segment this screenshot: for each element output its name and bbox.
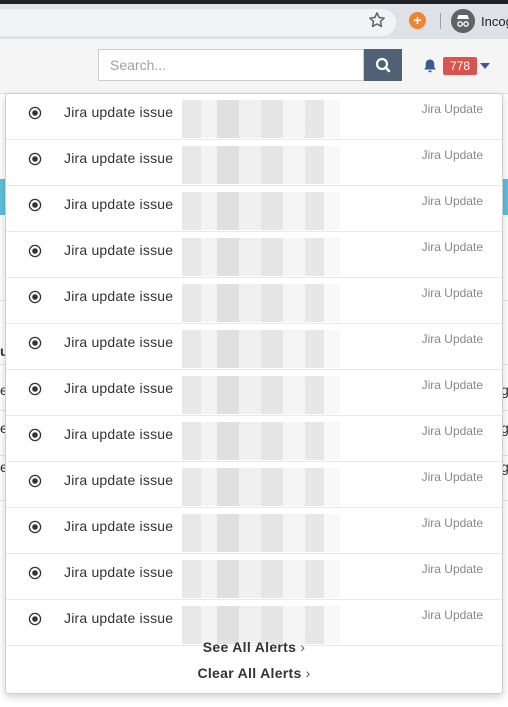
alert-source: Jira Update	[421, 424, 483, 438]
chevron-right-icon: ›	[305, 665, 311, 681]
alert-list-item[interactable]: Jira update issue Jira Update	[6, 140, 502, 186]
browser-toolbar: + Incog	[0, 4, 508, 39]
alert-title: Jira update issue	[64, 472, 174, 488]
alert-title: Jira update issue	[64, 426, 174, 442]
alert-source: Jira Update	[421, 240, 483, 254]
alert-list: Jira update issue Jira Update Jira update …	[6, 94, 502, 646]
search-button[interactable]	[364, 49, 402, 81]
alerts-dropdown: Jira update issue Jira Update Jira update …	[5, 93, 503, 694]
alert-source: Jira Update	[421, 608, 483, 622]
alert-source: Jira Update	[421, 332, 483, 346]
alert-list-item[interactable]: Jira update issue Jira Update	[6, 278, 502, 324]
redacted-issue-id	[182, 330, 340, 368]
alert-source: Jira Update	[421, 516, 483, 530]
notification-count-badge[interactable]: 778	[443, 57, 477, 75]
redacted-issue-id	[182, 422, 340, 460]
redacted-issue-id	[182, 146, 340, 184]
alert-title: Jira update issue	[64, 104, 174, 120]
see-all-alerts-label: See All Alerts	[202, 639, 297, 655]
extension-icon[interactable]: +	[409, 12, 426, 29]
radio-target-icon	[28, 290, 42, 304]
radio-target-icon	[28, 198, 42, 212]
search-input[interactable]	[98, 49, 364, 81]
radio-target-icon	[28, 566, 42, 580]
radio-target-icon	[28, 382, 42, 396]
address-bar[interactable]	[0, 9, 396, 36]
alert-title: Jira update issue	[64, 564, 174, 580]
clear-all-alerts-label: Clear All Alerts	[197, 665, 302, 681]
alert-title: Jira update issue	[64, 242, 174, 258]
profile-label: Incog	[481, 14, 508, 29]
alert-list-item[interactable]: Jira update issue Jira Update	[6, 94, 502, 140]
search-icon	[375, 57, 391, 73]
alert-source: Jira Update	[421, 194, 483, 208]
dropdown-footer: See All Alerts › Clear All Alerts ›	[6, 634, 502, 686]
redacted-issue-id	[182, 238, 340, 276]
alert-source: Jira Update	[421, 102, 483, 116]
redacted-issue-id	[182, 376, 340, 414]
alert-title: Jira update issue	[64, 288, 174, 304]
alert-title: Jira update issue	[64, 518, 174, 534]
radio-target-icon	[28, 612, 42, 626]
alert-source: Jira Update	[421, 286, 483, 300]
radio-target-icon	[28, 106, 42, 120]
alert-list-item[interactable]: Jira update issue Jira Update	[6, 416, 502, 462]
alert-list-item[interactable]: Jira update issue Jira Update	[6, 508, 502, 554]
app-header: 778	[0, 39, 508, 94]
alert-title: Jira update issue	[64, 610, 174, 626]
see-all-alerts-link[interactable]: See All Alerts ›	[6, 634, 502, 660]
alert-source: Jira Update	[421, 148, 483, 162]
alert-title: Jira update issue	[64, 334, 174, 350]
alert-list-item[interactable]: Jira update issue Jira Update	[6, 186, 502, 232]
chevron-right-icon: ›	[300, 639, 306, 655]
star-icon[interactable]	[367, 10, 387, 30]
alert-list-item[interactable]: Jira update issue Jira Update	[6, 324, 502, 370]
radio-target-icon	[28, 428, 42, 442]
alert-list-item[interactable]: Jira update issue Jira Update	[6, 232, 502, 278]
clear-all-alerts-link[interactable]: Clear All Alerts ›	[6, 660, 502, 686]
alert-title: Jira update issue	[64, 196, 174, 212]
alert-title: Jira update issue	[64, 380, 174, 396]
alert-title: Jira update issue	[64, 150, 174, 166]
incognito-icon[interactable]	[451, 9, 475, 33]
alert-list-item[interactable]: Jira update issue Jira Update	[6, 370, 502, 416]
alert-source: Jira Update	[421, 378, 483, 392]
redacted-issue-id	[182, 468, 340, 506]
redacted-issue-id	[182, 100, 340, 138]
radio-target-icon	[28, 474, 42, 488]
alert-list-item[interactable]: Jira update issue Jira Update	[6, 554, 502, 600]
alert-source: Jira Update	[421, 562, 483, 576]
redacted-issue-id	[182, 560, 340, 598]
radio-target-icon	[28, 244, 42, 258]
radio-target-icon	[28, 152, 42, 166]
bell-icon[interactable]	[422, 58, 438, 74]
radio-target-icon	[28, 520, 42, 534]
toolbar-divider	[440, 13, 441, 29]
redacted-issue-id	[182, 514, 340, 552]
alert-source: Jira Update	[421, 470, 483, 484]
redacted-issue-id	[182, 284, 340, 322]
chevron-down-icon[interactable]	[480, 63, 490, 69]
redacted-issue-id	[182, 192, 340, 230]
alert-list-item[interactable]: Jira update issue Jira Update	[6, 462, 502, 508]
radio-target-icon	[28, 336, 42, 350]
